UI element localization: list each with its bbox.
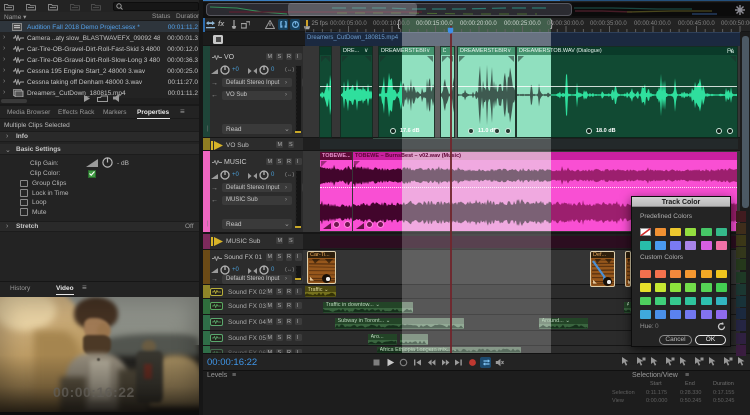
svg-text:*: *	[120, 94, 122, 100]
